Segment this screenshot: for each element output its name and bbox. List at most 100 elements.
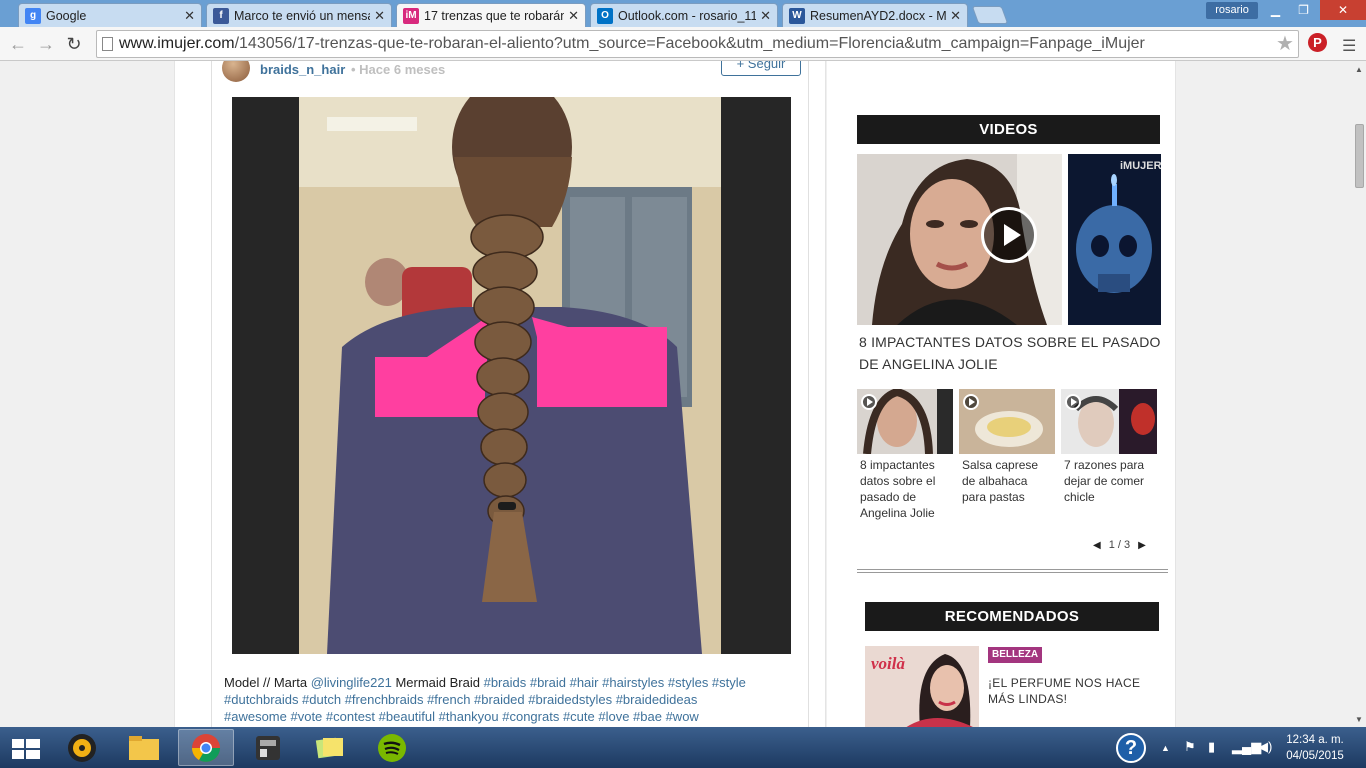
imujer-icon: iM — [403, 7, 419, 24]
tab-imujer[interactable]: iM 17 trenzas que te robarán ✕ — [396, 3, 586, 27]
videos-heading: VIDEOS — [857, 115, 1160, 144]
post-caption: Model // Marta @livinglife221 Mermaid Br… — [224, 674, 794, 725]
post-time: • Hace 6 meses — [351, 62, 446, 77]
post-username[interactable]: braids_n_hair — [260, 62, 345, 77]
caption-mention[interactable]: @livinglife221 — [311, 675, 392, 690]
taskbar-file-explorer[interactable] — [116, 729, 172, 766]
video-thumb-1-caption[interactable]: 8 impactantes datos sobre el pasado de A… — [860, 457, 952, 521]
help-icon[interactable]: ? — [1116, 733, 1146, 763]
facebook-icon: f — [213, 7, 229, 24]
play-icon[interactable] — [981, 207, 1037, 263]
imujer-logo: iMUJER — [1120, 160, 1161, 172]
tab-outlook[interactable]: O Outlook.com - rosario_11( ✕ — [590, 3, 778, 27]
pinterest-icon[interactable]: P — [1308, 33, 1327, 52]
tab-label: 17 trenzas que te robarán — [424, 8, 565, 23]
windows-start-icon[interactable] — [12, 739, 40, 759]
close-icon[interactable]: ✕ — [374, 8, 385, 24]
menu-icon[interactable]: ☰ — [1342, 36, 1356, 56]
hashtags-line3[interactable]: #awesome #vote #contest #beautiful #than… — [224, 709, 699, 724]
browser-titlebar: g Google ✕ f Marco te envió un mensaj ✕ … — [0, 0, 1366, 27]
network-icon[interactable]: ▂▄▆ — [1232, 739, 1261, 755]
taskbar-app[interactable] — [240, 729, 296, 766]
play-icon[interactable] — [963, 394, 979, 410]
browser-toolbar: ← → ↻ www.imujer.com/143056/17-trenzas-q… — [0, 27, 1366, 61]
profile-button[interactable]: rosario — [1206, 2, 1258, 19]
caption-prefix: Model // Marta — [224, 675, 311, 690]
braid-photo-illustration — [232, 97, 791, 654]
folder-icon — [129, 735, 159, 760]
pager-text: 1 / 3 — [1108, 539, 1131, 551]
forward-icon[interactable]: → — [34, 32, 58, 56]
featured-video-title[interactable]: 8 IMPACTANTES DATOS SOBRE EL PASADO DE A… — [859, 331, 1171, 375]
back-icon[interactable]: ← — [6, 32, 30, 56]
category-badge[interactable]: BELLEZA — [988, 647, 1043, 663]
video-thumb-3-caption[interactable]: 7 razones para dejar de comer chicle — [1064, 457, 1156, 505]
play-icon[interactable] — [1065, 394, 1081, 410]
taskbar-sticky-notes[interactable] — [302, 729, 358, 766]
voila-logo: voilà — [871, 654, 905, 673]
windows-taskbar: ? ▲ ⚑ ▮ ▂▄▆ ◀) 12:34 a. m. 04/05/2015 — [0, 727, 1366, 768]
page-icon — [102, 37, 113, 51]
hashtags-line2[interactable]: #dutchbraids #dutch #frenchbraids #frenc… — [224, 692, 697, 707]
taskbar-spotify[interactable] — [364, 729, 420, 766]
avatar[interactable] — [222, 61, 250, 82]
caption-middle: Mermaid Braid — [391, 675, 484, 690]
taskbar-media-player[interactable] — [54, 729, 110, 766]
url-host: www.imujer.com — [119, 35, 235, 52]
clock-time: 12:34 a. m. — [1286, 734, 1344, 746]
close-icon[interactable]: ✕ — [184, 8, 195, 24]
video-thumb-2-caption[interactable]: Salsa caprese de albahaca para pastas — [962, 457, 1054, 505]
skull-image — [1068, 154, 1161, 325]
minimize-icon[interactable]: ▁ — [1262, 0, 1289, 20]
secondary-video-thumbnail[interactable]: iMUJER — [1068, 154, 1161, 325]
bookmark-star-icon[interactable]: ★ — [1276, 31, 1294, 56]
section-divider — [857, 569, 1168, 573]
word-icon: W — [789, 7, 805, 24]
recommended-title[interactable]: ¡EL PERFUME NOS HACE MÁS LINDAS! — [988, 675, 1168, 707]
new-tab-button[interactable] — [971, 6, 1009, 24]
close-icon[interactable]: ✕ — [950, 8, 961, 24]
clock-date: 04/05/2015 — [1286, 750, 1344, 762]
maximize-icon[interactable]: ❐ — [1290, 0, 1317, 20]
close-icon[interactable]: ✕ — [760, 8, 771, 24]
prev-arrow-icon[interactable]: ◀ — [1093, 540, 1101, 551]
tab-facebook[interactable]: f Marco te envió un mensaj ✕ — [206, 3, 392, 27]
page-scrollbar[interactable]: ▲ ▼ — [1352, 61, 1366, 727]
recommended-image[interactable]: voilà — [865, 646, 979, 727]
system-clock[interactable]: 12:34 a. m. 04/05/2015 — [1280, 732, 1350, 764]
follow-button[interactable]: + Seguir — [721, 61, 801, 76]
scroll-up-icon[interactable]: ▲ — [1355, 65, 1363, 74]
reload-icon[interactable]: ↻ — [62, 32, 86, 56]
url-path: /143056/17-trenzas-que-te-robaran-el-ali… — [234, 35, 1145, 52]
close-icon[interactable]: ✕ — [568, 8, 579, 24]
video-pager: ◀ 1 / 3 ▶ — [1093, 539, 1146, 551]
scroll-down-icon[interactable]: ▼ — [1355, 715, 1363, 724]
action-center-icon[interactable]: ⚑ — [1184, 739, 1196, 755]
video-thumb-2[interactable] — [959, 389, 1055, 454]
next-arrow-icon[interactable]: ▶ — [1138, 540, 1146, 551]
google-icon: g — [25, 7, 41, 24]
window-close-icon[interactable]: ✕ — [1320, 0, 1366, 20]
video-thumb-1[interactable] — [857, 389, 953, 454]
play-icon[interactable] — [861, 394, 877, 410]
hashtags-line1[interactable]: #braids #braid #hair #hairstyles #styles… — [484, 675, 746, 690]
scroll-thumb[interactable] — [1355, 124, 1364, 188]
tab-word[interactable]: W ResumenAYD2.docx - Mic ✕ — [782, 3, 968, 27]
tab-google[interactable]: g Google ✕ — [18, 3, 202, 27]
volume-icon[interactable]: ◀) — [1258, 739, 1272, 755]
address-bar[interactable]: www.imujer.com/143056/17-trenzas-que-te-… — [96, 30, 1299, 58]
outlook-icon: O — [597, 7, 613, 24]
battery-icon[interactable]: ▮ — [1208, 739, 1215, 755]
web-page: braids_n_hair • Hace 6 meses + Seguir Mo… — [0, 61, 1352, 727]
video-thumb-3[interactable] — [1061, 389, 1157, 454]
app-icon — [256, 735, 280, 760]
tray-expand-icon[interactable]: ▲ — [1161, 743, 1170, 753]
braid-photo — [232, 97, 791, 654]
article-column: braids_n_hair • Hace 6 meses + Seguir Mo… — [174, 61, 826, 727]
tab-label: ResumenAYD2.docx - Mic — [810, 8, 947, 23]
instagram-embed: braids_n_hair • Hace 6 meses + Seguir Mo… — [211, 61, 809, 727]
featured-video-thumbnail[interactable] — [857, 154, 1062, 325]
taskbar-chrome[interactable] — [178, 729, 234, 766]
chrome-icon — [192, 733, 220, 762]
media-player-icon — [68, 733, 96, 762]
